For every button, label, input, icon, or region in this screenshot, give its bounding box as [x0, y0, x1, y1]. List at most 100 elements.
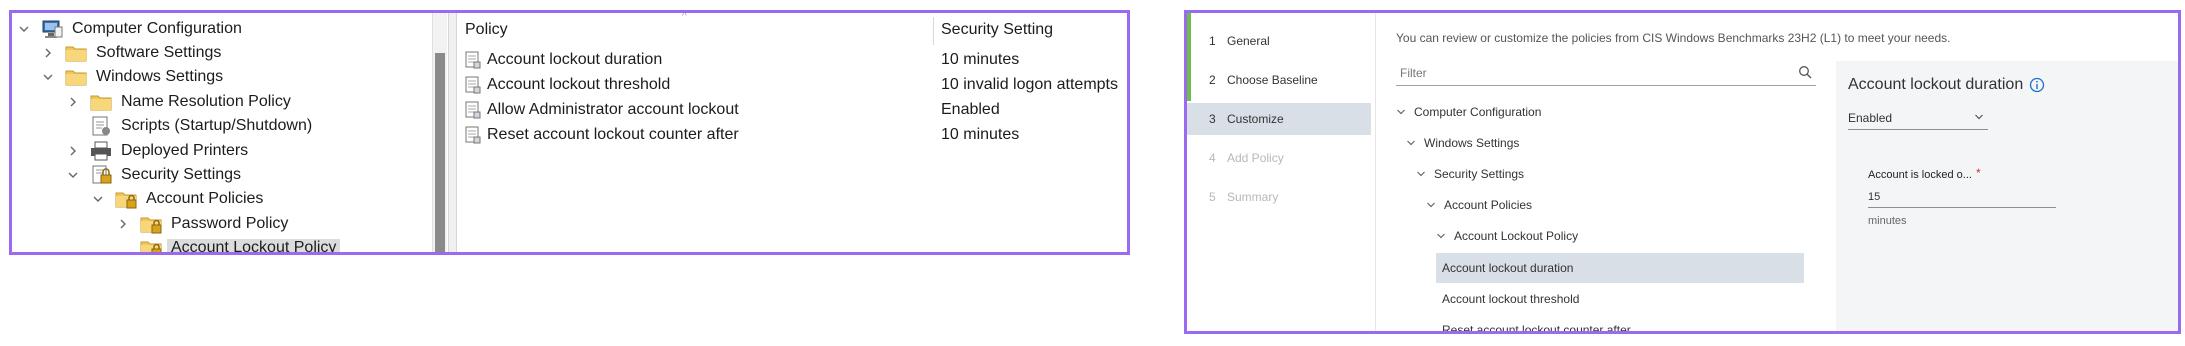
security-settings-icon	[89, 164, 113, 186]
tree-item-label: Account Policies	[146, 190, 264, 207]
step-number: 5	[1209, 190, 1216, 204]
intro-text: You can review or customize the policies…	[1396, 31, 1951, 45]
chevron-down-icon[interactable]	[1416, 169, 1426, 179]
policy-setting: 10 minutes	[941, 126, 1020, 143]
duration-field-card: Account is locked o... * 15 minutes	[1858, 161, 2058, 231]
wizard-steps: 1 General 2 Choose Baseline 3 Customize …	[1187, 13, 1376, 331]
step-add-policy: 4 Add Policy	[1187, 142, 1371, 174]
policy-setting: Enabled	[941, 101, 1000, 118]
tree-item-computer-configuration[interactable]: Computer Configuration	[18, 17, 242, 41]
chevron-down-icon[interactable]	[92, 193, 104, 205]
step-number: 2	[1209, 73, 1216, 87]
tree-item-label: Scripts (Startup/Shutdown)	[121, 117, 313, 134]
policy-tree-label: Computer Configuration	[1414, 105, 1542, 119]
required-marker: *	[1976, 166, 1981, 180]
policy-tree-label: Windows Settings	[1424, 136, 1520, 150]
table-row[interactable]: Reset account lockout counter after 10 m…	[457, 123, 1127, 147]
folder-lock-icon	[139, 213, 163, 235]
info-icon[interactable]	[2029, 77, 2045, 93]
chevron-right-icon[interactable]	[117, 218, 129, 230]
column-header-policy[interactable]: Policy	[465, 21, 508, 39]
tree-item-label: Account Lockout Policy	[167, 239, 341, 252]
policy-tree-label: Account lockout duration	[1442, 261, 1574, 275]
policy-doc-icon	[465, 101, 481, 119]
detail-title-text: Account lockout duration	[1848, 76, 2024, 93]
policy-doc-icon	[465, 76, 481, 94]
tree-item-deployed-printers[interactable]: Deployed Printers	[67, 139, 248, 163]
step-customize[interactable]: 3 Customize	[1187, 103, 1371, 135]
table-row[interactable]: Account lockout threshold 10 invalid log…	[457, 73, 1127, 97]
printer-icon	[89, 140, 113, 162]
tree-item-software-settings[interactable]: Software Settings	[42, 41, 221, 65]
list-header: ^ Policy Security Setting	[457, 13, 1127, 45]
tree-item-name-resolution-policy[interactable]: Name Resolution Policy	[67, 90, 291, 114]
policy-doc-icon	[465, 51, 481, 69]
duration-value: 15	[1868, 191, 1881, 203]
chevron-down-icon[interactable]	[1426, 200, 1436, 210]
duration-input[interactable]: 15	[1868, 189, 2056, 208]
tree-item-security-settings[interactable]: Security Settings	[67, 163, 241, 187]
scrollbar-thumb[interactable]	[435, 53, 445, 252]
table-row[interactable]: Allow Administrator account lockout Enab…	[457, 98, 1127, 122]
chevron-down-icon[interactable]	[42, 71, 54, 83]
tree-item-label: Software Settings	[96, 44, 222, 61]
policy-tree-windows-settings[interactable]: Windows Settings	[1406, 128, 1519, 158]
tree-item-label: Computer Configuration	[72, 20, 242, 37]
chevron-down-icon[interactable]	[18, 23, 30, 35]
chevron-right-icon[interactable]	[67, 96, 79, 108]
tree-item-scripts[interactable]: Scripts (Startup/Shutdown)	[67, 114, 312, 138]
filter-input[interactable]: Filter	[1396, 61, 1816, 86]
folder-icon	[89, 91, 113, 113]
step-number: 3	[1209, 112, 1216, 126]
tree-item-label: Name Resolution Policy	[121, 93, 291, 110]
policy-setting: 10 invalid logon attempts	[941, 76, 1118, 93]
table-row[interactable]: Account lockout duration 10 minutes	[457, 48, 1127, 72]
policy-name: Account lockout threshold	[487, 76, 671, 93]
step-number: 1	[1209, 34, 1216, 48]
policy-tree-account-policies[interactable]: Account Policies	[1426, 190, 1532, 220]
search-icon[interactable]	[1798, 65, 1812, 79]
gpo-editor-panel: Computer Configuration Software Settings…	[9, 10, 1130, 255]
policy-tree-computer-configuration[interactable]: Computer Configuration	[1396, 97, 1541, 127]
step-choose-baseline[interactable]: 2 Choose Baseline	[1187, 64, 1371, 96]
field-hint: minutes	[1868, 215, 1907, 227]
wizard-main: You can review or customize the policies…	[1376, 13, 2178, 331]
detail-title: Account lockout duration	[1848, 76, 2045, 94]
column-divider[interactable]	[933, 17, 934, 45]
policy-tree-account-lockout-threshold[interactable]: Account lockout threshold	[1436, 284, 1579, 314]
field-label: Account is locked o...	[1868, 169, 1972, 181]
tree-item-password-policy[interactable]: Password Policy	[117, 212, 288, 236]
gpo-tree: Computer Configuration Software Settings…	[12, 13, 448, 252]
tree-scrollbar[interactable]	[432, 13, 447, 252]
tree-item-label: Security Settings	[121, 166, 242, 183]
tree-item-label: Password Policy	[171, 215, 289, 232]
step-general[interactable]: 1 General	[1187, 25, 1371, 57]
folder-icon	[64, 66, 88, 88]
policy-tree-reset-lockout-counter[interactable]: Reset account lockout counter after	[1436, 315, 1631, 331]
chevron-right-icon[interactable]	[67, 145, 79, 157]
chevron-down-icon[interactable]	[67, 169, 79, 181]
chevron-down-icon[interactable]	[1436, 231, 1446, 241]
policy-tree-security-settings[interactable]: Security Settings	[1416, 159, 1524, 189]
step-label: Customize	[1227, 112, 1284, 126]
sort-caret-icon: ^	[682, 11, 687, 22]
tree-item-account-policies[interactable]: Account Policies	[92, 187, 263, 211]
policy-tree-account-lockout-policy[interactable]: Account Lockout Policy	[1436, 221, 1578, 251]
tree-item-account-lockout-policy[interactable]: Account Lockout Policy	[117, 236, 341, 252]
policy-list: ^ Policy Security Setting Account lockou…	[457, 13, 1127, 252]
policy-tree-account-lockout-duration[interactable]: Account lockout duration	[1436, 253, 1804, 283]
folder-lock-icon	[114, 188, 138, 210]
pane-splitter[interactable]	[448, 13, 457, 252]
policy-detail-pane: Account lockout duration Enabled Account…	[1836, 61, 2178, 331]
chevron-down-icon[interactable]	[1396, 107, 1406, 117]
state-dropdown[interactable]: Enabled	[1848, 107, 1988, 130]
chevron-down-icon	[1974, 112, 1984, 122]
policy-setting: 10 minutes	[941, 51, 1020, 68]
chevron-right-icon[interactable]	[42, 47, 54, 59]
chevron-down-icon[interactable]	[1406, 138, 1416, 148]
policy-name: Account lockout duration	[487, 51, 663, 68]
tree-item-windows-settings[interactable]: Windows Settings	[42, 65, 223, 89]
policy-tree-label: Security Settings	[1434, 167, 1525, 181]
dropdown-value: Enabled	[1848, 111, 1893, 125]
column-header-setting[interactable]: Security Setting	[941, 21, 1053, 39]
